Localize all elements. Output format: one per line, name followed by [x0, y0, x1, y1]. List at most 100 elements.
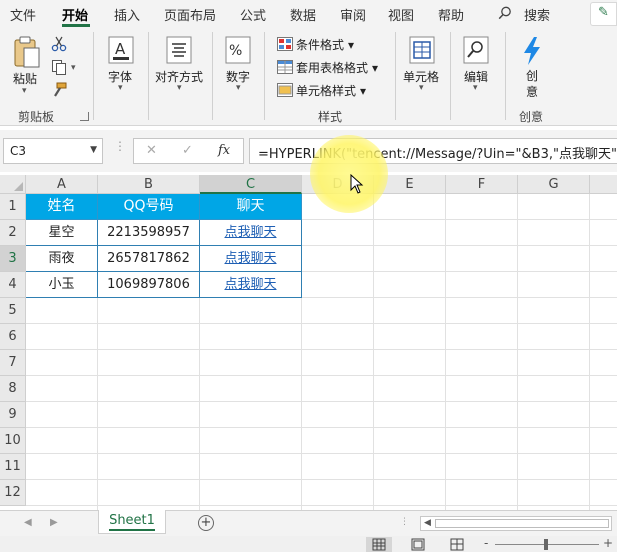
page-layout-view-button[interactable]	[405, 537, 431, 552]
table-cell-name[interactable]: 雨夜	[26, 246, 98, 272]
row-header-11[interactable]: 11	[0, 454, 26, 480]
cell-styles-icon[interactable]	[277, 83, 293, 97]
row-header-9[interactable]: 9	[0, 402, 26, 428]
cells-dropdown-icon[interactable]: ▾	[419, 83, 424, 93]
chat-link[interactable]: 点我聊天	[200, 272, 302, 298]
editing-icon[interactable]	[463, 36, 489, 64]
row-header-7[interactable]: 7	[0, 350, 26, 376]
chat-link[interactable]: 点我聊天	[200, 220, 302, 246]
tab-view[interactable]: 视图	[388, 5, 414, 24]
lightning-icon[interactable]	[520, 36, 544, 66]
table-cell-qq[interactable]: 2213598957	[98, 220, 200, 246]
gridline	[589, 194, 590, 510]
tab-home[interactable]: 开始	[62, 5, 88, 24]
select-all-button[interactable]	[0, 175, 26, 194]
scroll-tabs-left-icon[interactable]: ◀	[24, 517, 32, 528]
cancel-icon[interactable]: ✕	[146, 143, 157, 158]
normal-view-button[interactable]	[366, 537, 392, 552]
formula-input[interactable]: =HYPERLINK("tencent://Message/?Uin="&B3,…	[249, 138, 617, 164]
add-sheet-icon[interactable]: +	[198, 515, 214, 531]
copy-dropdown-icon[interactable]: ▾	[71, 63, 76, 73]
column-header-h[interactable]	[590, 175, 617, 194]
cells-icon[interactable]	[409, 36, 435, 64]
conditional-format-icon[interactable]	[277, 37, 293, 51]
table-cell-name[interactable]: 小玉	[26, 272, 98, 298]
format-as-table-button[interactable]: 套用表格格式	[296, 59, 368, 76]
page-break-view-button[interactable]	[444, 537, 470, 552]
clipboard-launcher-icon[interactable]	[80, 112, 89, 121]
formula-buttons: ✕ ✓ fx	[133, 138, 244, 164]
copy-icon[interactable]	[51, 59, 67, 75]
conditional-format-button[interactable]: 条件格式	[296, 36, 344, 53]
row-header-10[interactable]: 10	[0, 428, 26, 454]
font-icon[interactable]: A	[108, 36, 134, 64]
cut-icon[interactable]	[51, 36, 67, 52]
scroll-tabs-right-icon[interactable]: ▶	[50, 517, 58, 528]
format-as-table-icon[interactable]	[277, 60, 293, 74]
column-header-c[interactable]: C	[200, 175, 302, 194]
paste-label[interactable]: 粘贴	[13, 70, 37, 87]
header-cell-chat[interactable]: 聊天	[200, 194, 302, 220]
number-dropdown-icon[interactable]: ▾	[236, 83, 241, 93]
zoom-slider-thumb[interactable]	[544, 539, 548, 550]
table-cell-qq[interactable]: 1069897806	[98, 272, 200, 298]
tab-page-layout[interactable]: 页面布局	[164, 5, 216, 24]
cell-styles-button[interactable]: 单元格样式	[296, 82, 356, 99]
number-format-icon[interactable]: %	[225, 36, 251, 64]
chevron-down-icon[interactable]: ▼	[90, 145, 97, 155]
cell-styles-dropdown-icon[interactable]: ▾	[360, 84, 366, 98]
click-highlight	[310, 135, 388, 213]
row-header-2[interactable]: 2	[0, 220, 26, 246]
row-header-5[interactable]: 5	[0, 298, 26, 324]
horizontal-scrollbar[interactable]: ◀	[420, 516, 612, 531]
paste-icon[interactable]	[12, 36, 42, 70]
name-box[interactable]: C3 ▼	[3, 138, 103, 164]
tab-formulas[interactable]: 公式	[240, 5, 266, 24]
row-header-4[interactable]: 4	[0, 272, 26, 298]
share-button[interactable]: ✎	[590, 2, 617, 26]
column-header-f[interactable]: F	[446, 175, 518, 194]
editing-dropdown-icon[interactable]: ▾	[473, 83, 478, 93]
tab-review[interactable]: 审阅	[340, 5, 366, 24]
chat-link[interactable]: 点我聊天	[200, 246, 302, 272]
tab-help[interactable]: 帮助	[438, 5, 464, 24]
table-cell-qq[interactable]: 2657817862	[98, 246, 200, 272]
tab-data[interactable]: 数据	[290, 5, 316, 24]
enter-icon[interactable]: ✓	[182, 143, 193, 158]
font-dropdown-icon[interactable]: ▾	[118, 83, 123, 93]
tab-file[interactable]: 文件	[10, 5, 36, 24]
scrollbar-thumb[interactable]	[435, 519, 609, 528]
sheet-tab[interactable]: Sheet1	[98, 510, 166, 534]
row-header-1[interactable]: 1	[0, 194, 26, 220]
row-header-8[interactable]: 8	[0, 376, 26, 402]
tell-me-search[interactable]: 搜索	[524, 5, 550, 24]
column-header-a[interactable]: A	[26, 175, 98, 194]
header-cell-name[interactable]: 姓名	[26, 194, 98, 220]
create-label[interactable]: 创 意	[526, 68, 538, 100]
tab-insert[interactable]: 插入	[114, 5, 140, 24]
gridline	[517, 194, 518, 510]
column-header-g[interactable]: G	[518, 175, 590, 194]
search-icon[interactable]	[498, 6, 512, 20]
column-header-b[interactable]: B	[98, 175, 200, 194]
row-header-12[interactable]: 12	[0, 480, 26, 506]
row-header-6[interactable]: 6	[0, 324, 26, 350]
alignment-dropdown-icon[interactable]: ▾	[177, 83, 182, 93]
alignment-icon[interactable]	[166, 36, 192, 64]
clipboard-group-label: 剪贴板	[18, 110, 55, 124]
split-handle-icon[interactable]: ⋮	[400, 517, 410, 527]
zoom-in-button[interactable]: +	[603, 536, 613, 551]
gridline	[26, 375, 617, 376]
worksheet-grid[interactable]: A B C D E F G 1 2 3 4 5 6 7 8 9 10 11 12…	[0, 175, 617, 510]
header-cell-qq[interactable]: QQ号码	[98, 194, 200, 220]
table-cell-name[interactable]: 星空	[26, 220, 98, 246]
format-painter-icon[interactable]	[51, 82, 67, 98]
insert-function-icon[interactable]: fx	[218, 143, 230, 158]
formula-bar-grip-icon[interactable]: ⋮	[114, 139, 126, 163]
scroll-left-icon[interactable]: ◀	[424, 517, 431, 530]
conditional-format-dropdown-icon[interactable]: ▾	[348, 38, 354, 52]
format-as-table-dropdown-icon[interactable]: ▾	[372, 61, 378, 75]
paste-dropdown-icon[interactable]: ▾	[22, 86, 27, 96]
zoom-out-button[interactable]: -	[484, 536, 488, 551]
row-header-3[interactable]: 3	[0, 246, 26, 272]
